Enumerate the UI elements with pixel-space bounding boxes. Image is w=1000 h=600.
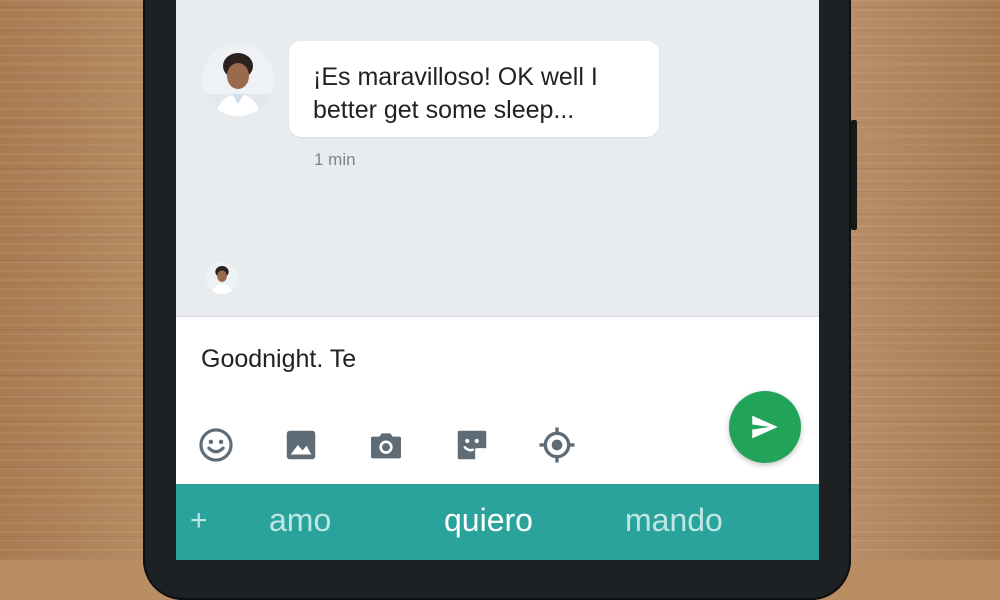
read-receipt-avatar <box>206 262 238 294</box>
gallery-button[interactable] <box>281 425 321 465</box>
message-input[interactable] <box>201 339 701 379</box>
person-photo-icon <box>202 44 274 116</box>
send-button[interactable] <box>729 391 801 463</box>
message-text: ¡Es maravilloso! OK well I better get so… <box>313 61 653 127</box>
phone-side-button <box>851 120 857 230</box>
emoji-icon <box>199 428 233 462</box>
sticker-button[interactable] <box>452 425 492 465</box>
message-line-2: better get some sleep... <box>313 96 575 124</box>
location-icon <box>539 427 575 463</box>
conversation-area: ¡Es maravilloso! OK well I better get so… <box>176 0 819 316</box>
suggestion-word-2[interactable]: quiero <box>444 502 533 539</box>
contact-avatar[interactable] <box>202 44 274 116</box>
person-photo-icon <box>206 262 238 294</box>
incoming-message-bubble[interactable]: ¡Es maravilloso! OK well I better get so… <box>289 41 659 137</box>
suggestion-add-button[interactable]: + <box>190 504 208 538</box>
camera-icon <box>371 433 401 459</box>
message-timestamp: 1 min <box>314 150 356 169</box>
sticker-icon <box>457 430 487 460</box>
suggestion-word-3[interactable]: mando <box>625 502 723 539</box>
camera-button[interactable] <box>366 425 406 465</box>
location-button[interactable] <box>537 425 577 465</box>
image-icon <box>286 430 316 460</box>
send-icon <box>752 415 778 439</box>
keyboard-suggestion-bar: + amo quiero mando <box>176 484 819 560</box>
suggestion-word-1[interactable]: amo <box>269 502 331 539</box>
compose-area <box>176 316 819 485</box>
message-line-1: ¡Es maravilloso! OK well I <box>313 63 598 91</box>
phone-screen: ¡Es maravilloso! OK well I better get so… <box>176 0 819 560</box>
emoji-button[interactable] <box>196 425 236 465</box>
